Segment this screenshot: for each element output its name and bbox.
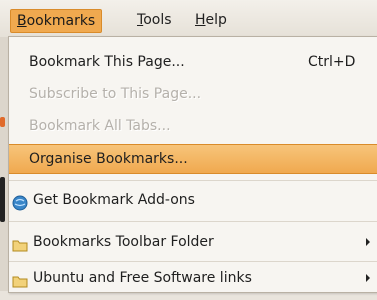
- menu-item-organise-bookmarks[interactable]: Organise Bookmarks...: [9, 144, 377, 174]
- menu-item-label: Subscribe to This Page...: [29, 86, 202, 102]
- menu-help[interactable]: Help: [189, 9, 233, 31]
- addons-globe-icon: [12, 192, 28, 211]
- menu-item-label: Bookmarks Toolbar Folder: [33, 234, 214, 250]
- menu-item-label: Get Bookmark Add-ons: [33, 192, 195, 208]
- menu-item-bookmark-all-tabs: Bookmark All Tabs...: [9, 111, 377, 141]
- menu-bookmarks-accel: B: [17, 13, 27, 29]
- menu-item-bookmarks-toolbar-folder[interactable]: Bookmarks Toolbar Folder: [9, 227, 377, 257]
- submenu-arrow-icon: [366, 274, 370, 282]
- folder-icon: [12, 234, 28, 252]
- menu-item-bookmark-this-page[interactable]: Bookmark This Page... Ctrl+D: [9, 47, 377, 77]
- menu-item-label: Ubuntu and Free Software links: [33, 270, 252, 286]
- menu-item-label: Organise Bookmarks...: [29, 151, 188, 167]
- menu-item-label: Bookmark This Page...: [29, 54, 185, 70]
- menu-tools-label: ools: [143, 12, 172, 28]
- submenu-arrow-icon: [366, 238, 370, 246]
- menu-separator: [9, 180, 377, 181]
- menu-separator: [9, 261, 377, 262]
- background-dark-mark: [0, 177, 5, 222]
- menu-separator: [9, 221, 377, 222]
- menu-help-label: elp: [205, 12, 227, 28]
- menubar: Bookmarks Tools Help: [0, 0, 377, 38]
- menu-item-subscribe-to-this-page: Subscribe to This Page...: [9, 79, 377, 109]
- menu-item-get-bookmark-addons[interactable]: Get Bookmark Add-ons: [9, 185, 377, 215]
- menu-bookmarks-label: ookmarks: [26, 13, 96, 29]
- shortcut-label: Ctrl+D: [308, 54, 356, 70]
- menu-item-ubuntu-free-software-links[interactable]: Ubuntu and Free Software links: [9, 263, 377, 293]
- folder-icon: [12, 270, 28, 288]
- menu-tools[interactable]: Tools: [131, 9, 178, 31]
- bookmarks-dropdown-menu: Bookmark This Page... Ctrl+D Subscribe t…: [8, 36, 377, 293]
- menu-item-label: Bookmark All Tabs...: [29, 118, 171, 134]
- menu-bookmarks[interactable]: Bookmarks: [10, 9, 103, 33]
- menu-help-accel: H: [195, 12, 206, 28]
- background-window-edge: [0, 37, 8, 291]
- background-accent-mark: [0, 117, 5, 127]
